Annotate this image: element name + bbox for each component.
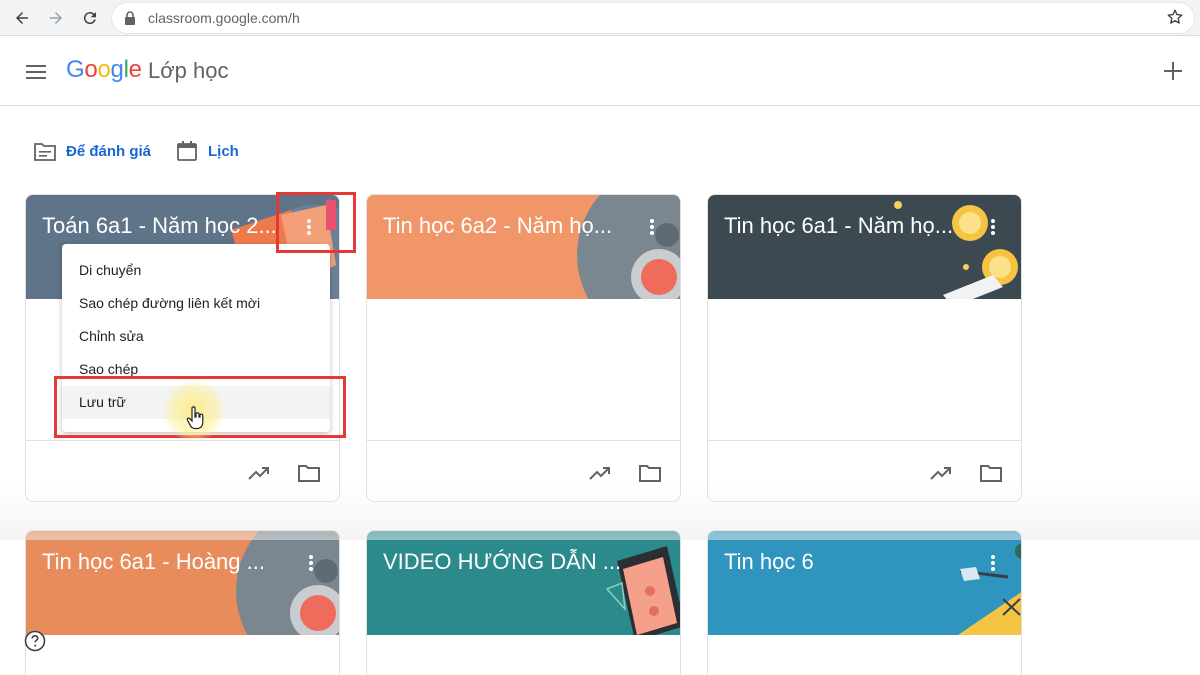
address-bar[interactable]: classroom.google.com/h [112,3,1194,33]
card-more-button[interactable] [983,217,1003,237]
trending-up-icon[interactable] [247,461,271,485]
card-illustration [605,546,680,635]
back-button[interactable] [10,6,34,30]
product-name: Lớp học [148,58,229,83]
lock-icon [125,11,135,25]
card-banner[interactable]: Tin học 6a1 - Năm họ... [708,195,1021,299]
reload-icon [83,12,96,25]
forward-button[interactable] [44,6,68,30]
main-menu-button[interactable] [22,58,50,86]
arrow-left-icon [16,12,28,24]
class-card[interactable]: Tin học 6a1 - Năm họ... [707,194,1022,502]
arrow-right-icon [50,12,62,24]
menu-item-copy-invite-link[interactable]: Sao chép đường liên kết mời [62,287,330,320]
hamburger-icon [26,65,46,79]
card-divider [367,440,680,441]
card-title[interactable]: VIDEO HƯỚNG DẪN ... [383,549,633,575]
card-title[interactable]: Tin học 6 [724,549,974,575]
card-title[interactable]: Tin học 6a1 - Năm họ... [724,213,974,239]
more-vertical-icon [991,219,995,235]
app-header: Google Lớp học [0,36,1200,106]
card-banner[interactable]: Tin học 6 [708,531,1021,635]
calendar-label: Lịch [208,142,239,160]
trending-up-icon[interactable] [929,461,953,485]
card-actions [588,461,662,485]
card-title[interactable]: Tin học 6a2 - Năm họ... [383,213,633,239]
help-icon [24,630,46,652]
bookmark-star-icon[interactable] [1166,8,1184,26]
class-card[interactable]: Tin học 6a1 - Hoàng ... [25,530,340,675]
card-illustration [236,531,339,635]
hand-pointer-icon [186,406,204,430]
browser-toolbar: classroom.google.com/h [0,0,1200,36]
card-title[interactable]: Tin học 6a1 - Hoàng ... [42,549,292,575]
trending-up-icon[interactable] [588,461,612,485]
calendar-link[interactable]: Lịch [176,136,239,166]
card-banner[interactable]: Tin học 6a2 - Năm họ... [367,195,680,299]
card-actions [929,461,1003,485]
calendar-icon [177,141,197,161]
class-card[interactable]: VIDEO HƯỚNG DẪN ... [366,530,681,675]
card-more-button[interactable] [301,553,321,573]
reload-button[interactable] [78,6,102,30]
url-text: classroom.google.com/h [148,10,300,26]
folder-icon[interactable] [638,461,662,485]
more-vertical-icon [309,555,313,571]
card-more-button[interactable] [642,217,662,237]
card-title[interactable]: Toán 6a1 - Năm học 2... [42,213,292,239]
card-divider [708,440,1021,441]
highlight-more-button-box [276,192,356,253]
plus-icon [1164,62,1182,80]
folder-icon[interactable] [297,461,321,485]
card-banner[interactable]: Tin học 6a1 - Hoàng ... [26,531,339,635]
card-actions [247,461,321,485]
more-vertical-icon [650,219,654,235]
class-card[interactable]: Tin học 6a2 - Năm họ... [366,194,681,502]
card-banner[interactable]: VIDEO HƯỚNG DẪN ... [367,531,680,635]
folder-icon[interactable] [979,461,1003,485]
assignment-folder-icon [34,143,56,161]
menu-item-edit[interactable]: Chỉnh sửa [62,320,330,353]
card-illustration [894,201,1018,299]
google-logo[interactable]: Google [66,56,142,84]
card-illustration [958,543,1021,635]
to-review-label: Để đánh giá [66,142,152,160]
help-button[interactable] [24,630,46,652]
more-vertical-icon [991,555,995,571]
class-card[interactable]: Tin học 6 [707,530,1022,675]
card-illustration [577,195,680,299]
card-more-button[interactable] [983,553,1003,573]
screen-fade-overlay [0,485,1200,540]
menu-item-move[interactable]: Di chuyển [62,254,330,287]
create-join-class-button[interactable] [1160,58,1186,84]
to-review-link[interactable]: Để đánh giá [34,136,151,166]
